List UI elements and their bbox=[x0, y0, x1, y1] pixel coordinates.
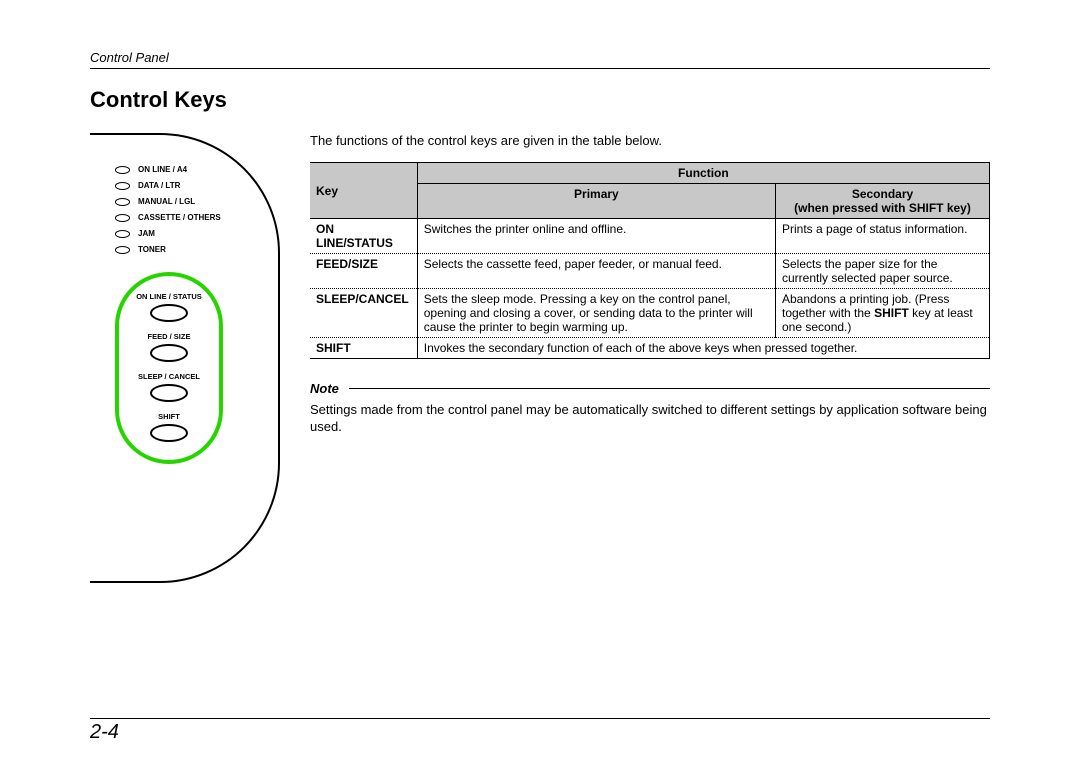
th-primary: Primary bbox=[417, 184, 775, 219]
led-icon bbox=[115, 198, 130, 206]
row-secondary: Prints a page of status information. bbox=[776, 219, 990, 254]
th-secondary-line1: Secondary bbox=[852, 187, 913, 201]
button-label: ON LINE / STATUS bbox=[136, 292, 202, 301]
intro-paragraph: The functions of the control keys are gi… bbox=[310, 133, 990, 148]
led-label: TONER bbox=[138, 245, 166, 254]
led-label: JAM bbox=[138, 229, 155, 238]
row-secondary: Selects the paper size for the currently… bbox=[776, 254, 990, 289]
section-name: Control Panel bbox=[90, 50, 169, 65]
th-secondary-pre: when pressed with bbox=[798, 201, 909, 215]
row-secondary-bold: SHIFT bbox=[874, 306, 909, 320]
note-label: Note bbox=[310, 381, 339, 396]
note-body: Settings made from the control panel may… bbox=[310, 402, 990, 436]
button-label: SHIFT bbox=[158, 412, 180, 421]
key-function-table: Key Function Primary Secondary (when pre… bbox=[310, 162, 990, 359]
led-label: DATA / LTR bbox=[138, 181, 180, 190]
led-icon bbox=[115, 230, 130, 238]
note-rule bbox=[349, 388, 990, 389]
th-secondary-bold: SHIFT bbox=[909, 201, 944, 215]
oval-button-icon bbox=[150, 384, 188, 402]
th-secondary: Secondary (when pressed with SHIFT key) bbox=[776, 184, 990, 219]
button-label: SLEEP / CANCEL bbox=[138, 372, 200, 381]
led-row: DATA / LTR bbox=[115, 181, 278, 190]
led-icon bbox=[115, 166, 130, 174]
row-primary: Selects the cassette feed, paper feeder,… bbox=[417, 254, 775, 289]
led-row: JAM bbox=[115, 229, 278, 238]
right-column: The functions of the control keys are gi… bbox=[310, 133, 990, 583]
button-label: FEED / SIZE bbox=[148, 332, 191, 341]
note-heading-row: Note bbox=[310, 381, 990, 396]
row-primary: Sets the sleep mode. Pressing a key on t… bbox=[417, 289, 775, 338]
th-secondary-post: key) bbox=[944, 201, 971, 215]
content-row: ON LINE / A4 DATA / LTR MANUAL / LGL CAS… bbox=[90, 133, 990, 583]
led-row: ON LINE / A4 bbox=[115, 165, 278, 174]
led-label: ON LINE / A4 bbox=[138, 165, 187, 174]
led-row: CASSETTE / OTHERS bbox=[115, 213, 278, 222]
oval-button-icon bbox=[150, 304, 188, 322]
control-panel-figure: ON LINE / A4 DATA / LTR MANUAL / LGL CAS… bbox=[90, 133, 280, 583]
led-icon bbox=[115, 182, 130, 190]
led-icon bbox=[115, 246, 130, 254]
oval-button-icon bbox=[150, 344, 188, 362]
row-primary: Switches the printer online and offline. bbox=[417, 219, 775, 254]
button-cluster: ON LINE / STATUS FEED / SIZE SLEEP / CAN… bbox=[115, 272, 223, 464]
th-function: Function bbox=[417, 163, 989, 184]
th-key: Key bbox=[310, 163, 417, 219]
row-key: SHIFT bbox=[310, 338, 417, 359]
row-key: FEED/SIZE bbox=[310, 254, 417, 289]
row-secondary: Abandons a printing job. (Press together… bbox=[776, 289, 990, 338]
oval-button-icon bbox=[150, 424, 188, 442]
row-key: ON LINE/STATUS bbox=[310, 219, 417, 254]
document-page: Control Panel Control Keys ON LINE / A4 … bbox=[0, 0, 1080, 764]
running-header: Control Panel bbox=[90, 50, 990, 69]
row-span: Invokes the secondary function of each o… bbox=[417, 338, 989, 359]
row-key: SLEEP/CANCEL bbox=[310, 289, 417, 338]
led-icon bbox=[115, 214, 130, 222]
led-label: CASSETTE / OTHERS bbox=[138, 213, 221, 222]
led-label: MANUAL / LGL bbox=[138, 197, 195, 206]
led-row: TONER bbox=[115, 245, 278, 254]
page-title: Control Keys bbox=[90, 87, 990, 113]
led-row: MANUAL / LGL bbox=[115, 197, 278, 206]
page-number: 2-4 bbox=[90, 718, 990, 744]
